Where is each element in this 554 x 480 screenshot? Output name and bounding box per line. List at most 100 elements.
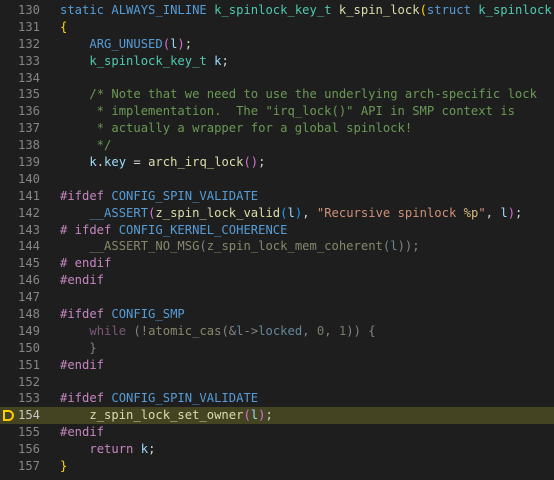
code-line-138[interactable]: 138 */ xyxy=(0,137,554,154)
line-number: 138 xyxy=(17,138,40,153)
code-text: ARG_UNUSED(l); xyxy=(40,36,192,53)
code-token: atomic_cas xyxy=(148,323,222,338)
code-line-146[interactable]: 146 #endif xyxy=(0,272,554,289)
code-line-137[interactable]: 137 * actually a wrapper for a global sp… xyxy=(0,120,554,137)
code-line-142[interactable]: 142 __ASSERT(z_spin_lock_valid(l), "Recu… xyxy=(0,205,554,222)
code-editor[interactable]: 130 static ALWAYS_INLINE k_spinlock_key_t… xyxy=(0,0,554,480)
code-token: k xyxy=(89,155,97,170)
code-token: __ASSERT xyxy=(89,205,149,220)
line-number: 136 xyxy=(17,104,40,119)
code-line-148[interactable]: 148 #ifdef CONFIG_SMP xyxy=(0,306,554,323)
line-number: 134 xyxy=(17,70,40,85)
code-line-133[interactable]: 133 k_spinlock_key_t k; xyxy=(0,53,554,70)
code-token: /* Note that we need to use the underlyi… xyxy=(89,87,537,102)
code-token: } xyxy=(60,459,68,474)
code-line-155[interactable]: 155 #endif xyxy=(0,424,554,441)
code-token: arch_irq_lock xyxy=(148,155,244,170)
code-line-141[interactable]: 141 #ifdef CONFIG_SPIN_VALIDATE xyxy=(0,188,554,205)
code-token: #endif xyxy=(60,357,105,372)
code-token: z_spin_lock_valid xyxy=(155,205,281,220)
code-token: # endif xyxy=(60,256,112,271)
code-line-132[interactable]: 132 ARG_UNUSED(l); xyxy=(0,36,554,53)
code-token: return xyxy=(89,442,141,457)
code-text: #endif xyxy=(40,424,104,441)
line-number: 130 xyxy=(17,3,40,17)
code-token: () xyxy=(243,155,259,170)
line-number: 148 xyxy=(17,307,40,322)
code-text: #ifdef CONFIG_SMP xyxy=(40,306,185,323)
code-token: key xyxy=(104,155,127,170)
line-number: 145 xyxy=(17,256,40,271)
code-line-131[interactable]: 131 { xyxy=(0,19,554,36)
line-number: 155 xyxy=(17,425,40,440)
code-token: } xyxy=(89,340,97,355)
line-number: 151 xyxy=(17,357,40,372)
line-number: 137 xyxy=(17,121,40,136)
code-token: , xyxy=(324,323,339,338)
code-token: k xyxy=(140,442,149,457)
code-token: ( xyxy=(162,36,171,51)
code-text: #ifdef CONFIG_SPIN_VALIDATE xyxy=(40,188,258,205)
code-line-130[interactable]: 130 static ALWAYS_INLINE k_spinlock_key_t… xyxy=(0,2,554,19)
code-token: k_spinlock_key_t xyxy=(214,3,339,17)
line-number: 139 xyxy=(17,155,40,170)
code-token: ; xyxy=(184,36,193,51)
code-token: k_spinlock xyxy=(478,3,554,17)
code-line-153[interactable]: 153 #ifdef CONFIG_SPIN_VALIDATE xyxy=(0,390,554,407)
code-token: #endif xyxy=(60,273,105,288)
code-token: CONFIG_SPIN_VALIDATE xyxy=(111,188,259,203)
line-number: 135 xyxy=(17,87,40,102)
code-line-139[interactable]: 139 k.key = arch_irq_lock(); xyxy=(0,154,554,171)
code-token: while xyxy=(89,323,134,338)
code-line-136[interactable]: 136 * implementation. The "irq_lock()" A… xyxy=(0,103,554,120)
code-token: z_spin_lock_set_owner xyxy=(89,408,244,423)
code-line-144[interactable]: 144 __ASSERT_NO_MSG(z_spin_lock_mem_cohe… xyxy=(0,238,554,255)
code-token: static xyxy=(60,3,112,17)
code-token: (! xyxy=(133,323,149,338)
code-token: . xyxy=(96,155,105,170)
code-token: ; xyxy=(515,205,523,220)
code-line-154[interactable]: 154 z_spin_lock_set_owner(l); xyxy=(0,407,554,425)
code-token: (& xyxy=(221,323,237,338)
line-number: 143 xyxy=(17,222,40,237)
code-line-140[interactable]: 140 xyxy=(0,171,554,188)
code-token: ALWAYS_INLINE xyxy=(111,3,215,17)
code-line-135[interactable]: 135 /* Note that we need to use the unde… xyxy=(0,86,554,103)
code-line-157[interactable]: 157} xyxy=(0,458,554,475)
code-token: ARG_UNUSED xyxy=(89,36,163,51)
line-number: 149 xyxy=(17,323,40,338)
code-text: k_spinlock_key_t k; xyxy=(40,53,229,70)
code-text: return k; xyxy=(40,441,155,458)
code-line-143[interactable]: 143 # ifdef CONFIG_KERNEL_COHERENCE xyxy=(0,222,554,239)
code-line-156[interactable]: 156 return k; xyxy=(0,441,554,458)
code-line-151[interactable]: 151 #endif xyxy=(0,357,554,374)
code-token: )); xyxy=(397,239,420,254)
code-token: , xyxy=(485,205,501,220)
code-token: ( xyxy=(280,205,288,220)
code-line-150[interactable]: 150 } xyxy=(0,340,554,357)
code-line-134[interactable]: 134 xyxy=(0,70,554,87)
code-text: z_spin_lock_set_owner(l); xyxy=(40,407,272,424)
code-line-147[interactable]: 147 xyxy=(0,289,554,306)
code-token: ; xyxy=(221,53,229,68)
line-number: 131 xyxy=(17,19,40,34)
code-line-152[interactable]: 152 xyxy=(0,374,554,391)
code-text: #endif xyxy=(40,357,104,374)
code-token: #ifdef xyxy=(60,307,112,322)
code-text: * actually a wrapper for a global spinlo… xyxy=(40,120,413,137)
code-token: CONFIG_SMP xyxy=(111,307,185,322)
code-line-145[interactable]: 145 # endif xyxy=(0,255,554,272)
code-token: #endif xyxy=(60,425,105,440)
code-text: } xyxy=(40,458,67,475)
code-token: "Recursive spinlock xyxy=(316,205,464,220)
code-line-149[interactable]: 149 while (!atomic_cas(&l->locked, 0, 1)… xyxy=(0,323,554,340)
code-token: { xyxy=(60,19,68,34)
line-number: 132 xyxy=(17,36,40,51)
